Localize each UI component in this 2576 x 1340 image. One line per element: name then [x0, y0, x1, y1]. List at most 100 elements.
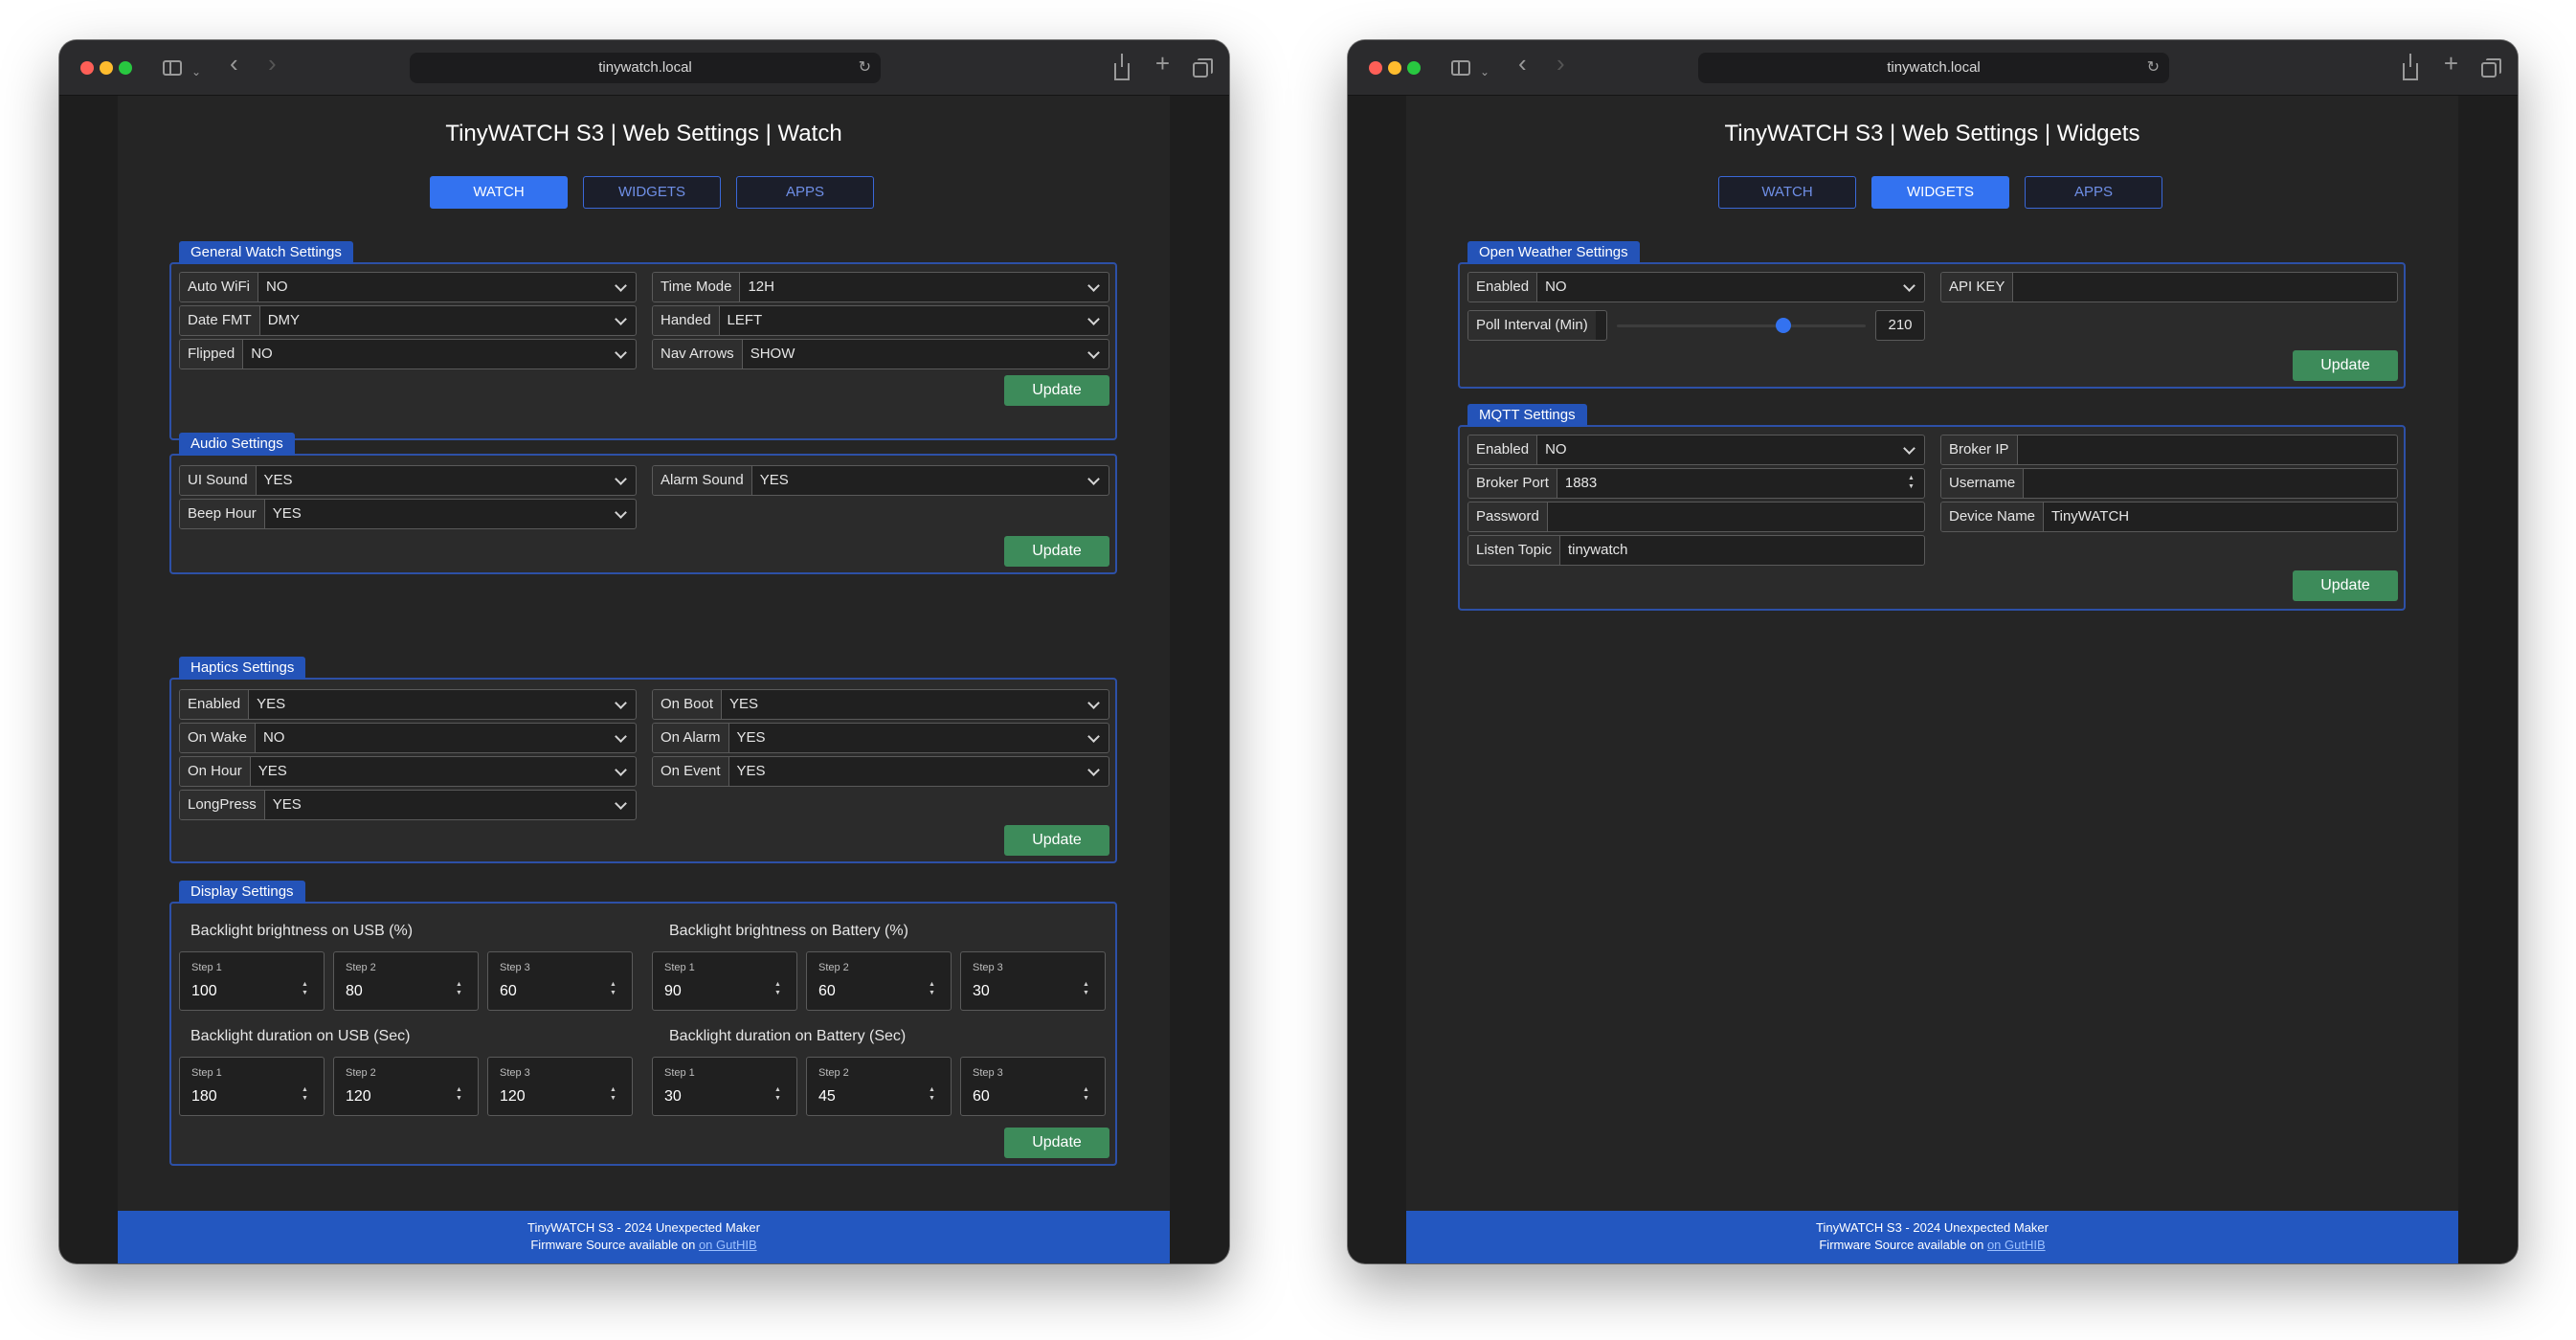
date-fmt-select[interactable]: Date FMT DMY — [179, 305, 637, 336]
address-bar[interactable]: tinywatch.local ↻ — [1698, 53, 2169, 83]
minimize-window-button[interactable] — [100, 61, 113, 75]
tab-watch[interactable]: WATCH — [1718, 176, 1856, 209]
time-mode-select[interactable]: Time Mode 12H — [652, 272, 1109, 302]
field-label: On Event — [653, 757, 729, 786]
plus-icon[interactable]: + — [2444, 51, 2458, 76]
update-button[interactable]: Update — [1004, 375, 1109, 406]
brightness-usb-step1[interactable]: Step 1 100 — [179, 951, 325, 1011]
stepper-icon[interactable] — [605, 975, 626, 1004]
tab-apps[interactable]: APPS — [2025, 176, 2162, 209]
stepper-icon[interactable] — [297, 1081, 318, 1109]
stepper-icon[interactable] — [1903, 469, 1924, 498]
beep-hour-select[interactable]: Beep Hour YES — [179, 499, 637, 529]
github-link[interactable]: on GutHIB — [699, 1238, 757, 1252]
listen-topic-input[interactable]: Listen Topic tinywatch — [1467, 535, 1925, 566]
stepper-icon[interactable] — [1078, 975, 1099, 1004]
field-label: Nav Arrows — [653, 340, 743, 368]
close-window-button[interactable] — [80, 61, 94, 75]
flipped-select[interactable]: Flipped NO — [179, 339, 637, 369]
password-input[interactable]: Password — [1467, 502, 1925, 532]
alarm-sound-select[interactable]: Alarm Sound YES — [652, 465, 1109, 496]
step-value: 120 — [346, 1088, 371, 1105]
chevron-right-icon[interactable]: › — [1557, 51, 1565, 76]
zoom-window-button[interactable] — [1407, 61, 1421, 75]
update-button[interactable]: Update — [1004, 825, 1109, 856]
stepper-icon[interactable] — [924, 975, 945, 1004]
share-icon[interactable] — [2403, 54, 2418, 80]
duration-battery-step3[interactable]: Step 3 60 — [960, 1057, 1106, 1116]
on-event-select[interactable]: On Event YES — [652, 756, 1109, 787]
nav-arrows-select[interactable]: Nav Arrows SHOW — [652, 339, 1109, 369]
brightness-usb-step3[interactable]: Step 3 60 — [487, 951, 633, 1011]
on-hour-select[interactable]: On Hour YES — [179, 756, 637, 787]
address-bar[interactable]: tinywatch.local ↻ — [410, 53, 881, 83]
tab-widgets[interactable]: WIDGETS — [583, 176, 721, 209]
share-icon[interactable] — [1114, 54, 1130, 80]
stepper-icon[interactable] — [770, 975, 791, 1004]
poll-interval-value: 210 — [1875, 310, 1925, 341]
mqtt-enabled-select[interactable]: Enabled NO — [1467, 435, 1925, 465]
sidebar-icon[interactable] — [163, 60, 182, 76]
minimize-window-button[interactable] — [1388, 61, 1401, 75]
on-alarm-select[interactable]: On Alarm YES — [652, 723, 1109, 753]
field-value: LEFT — [727, 312, 763, 328]
broker-ip-input[interactable]: Broker IP — [1940, 435, 2398, 465]
haptics-enabled-select[interactable]: Enabled YES — [179, 689, 637, 720]
broker-port-input[interactable]: Broker Port 1883 — [1467, 468, 1925, 499]
reload-icon[interactable]: ↻ — [2147, 53, 2160, 83]
duration-battery-step2[interactable]: Step 2 45 — [806, 1057, 952, 1116]
handed-select[interactable]: Handed LEFT — [652, 305, 1109, 336]
chevron-down-icon — [1084, 690, 1109, 719]
tab-widgets[interactable]: WIDGETS — [1871, 176, 2009, 209]
duration-usb-step3[interactable]: Step 3 120 — [487, 1057, 633, 1116]
sidebar-icon[interactable] — [1451, 60, 1470, 76]
duration-usb-step2[interactable]: Step 2 120 — [333, 1057, 479, 1116]
username-input[interactable]: Username — [1940, 468, 2398, 499]
slider-thumb[interactable] — [1776, 318, 1792, 333]
field-label: UI Sound — [180, 466, 257, 495]
poll-interval-slider[interactable] — [1607, 310, 1875, 341]
field-value: tinywatch — [1567, 542, 1628, 558]
weather-enabled-select[interactable]: Enabled NO — [1467, 272, 1925, 302]
brightness-battery-step3[interactable]: Step 3 30 — [960, 951, 1106, 1011]
chevron-right-icon[interactable]: › — [268, 51, 277, 76]
tabs-icon[interactable] — [1193, 58, 1213, 78]
ui-sound-select[interactable]: UI Sound YES — [179, 465, 637, 496]
on-wake-select[interactable]: On Wake NO — [179, 723, 637, 753]
chevron-down-icon[interactable]: ⌄ — [191, 62, 201, 81]
brightness-battery-step1[interactable]: Step 1 90 — [652, 951, 797, 1011]
duration-battery-step1[interactable]: Step 1 30 — [652, 1057, 797, 1116]
tab-watch[interactable]: WATCH — [430, 176, 568, 209]
longpress-select[interactable]: LongPress YES — [179, 790, 637, 820]
tab-apps[interactable]: APPS — [736, 176, 874, 209]
duration-usb-step1[interactable]: Step 1 180 — [179, 1057, 325, 1116]
update-button[interactable]: Update — [2293, 350, 2398, 381]
stepper-icon[interactable] — [1078, 1081, 1099, 1109]
chevron-down-icon — [1084, 724, 1109, 752]
update-button[interactable]: Update — [1004, 1128, 1109, 1158]
stepper-icon[interactable] — [451, 1081, 472, 1109]
api-key-input[interactable]: API KEY — [1940, 272, 2398, 302]
chevron-left-icon[interactable]: ‹ — [1518, 51, 1527, 76]
update-button[interactable]: Update — [1004, 536, 1109, 567]
close-window-button[interactable] — [1369, 61, 1382, 75]
update-button[interactable]: Update — [2293, 570, 2398, 601]
stepper-icon[interactable] — [770, 1081, 791, 1109]
plus-icon[interactable]: + — [1155, 51, 1170, 76]
zoom-window-button[interactable] — [119, 61, 132, 75]
device-name-input[interactable]: Device Name TinyWATCH — [1940, 502, 2398, 532]
stepper-icon[interactable] — [451, 975, 472, 1004]
stepper-icon[interactable] — [297, 975, 318, 1004]
github-link[interactable]: on GutHIB — [1987, 1238, 2046, 1252]
brightness-usb-step2[interactable]: Step 2 80 — [333, 951, 479, 1011]
stepper-icon[interactable] — [605, 1081, 626, 1109]
chevron-down-icon[interactable]: ⌄ — [1480, 62, 1490, 81]
auto-wifi-select[interactable]: Auto WiFi NO — [179, 272, 637, 302]
field-label: On Wake — [180, 724, 256, 752]
on-boot-select[interactable]: On Boot YES — [652, 689, 1109, 720]
brightness-battery-step2[interactable]: Step 2 60 — [806, 951, 952, 1011]
chevron-left-icon[interactable]: ‹ — [230, 51, 238, 76]
reload-icon[interactable]: ↻ — [859, 53, 871, 83]
tabs-icon[interactable] — [2481, 58, 2501, 78]
stepper-icon[interactable] — [924, 1081, 945, 1109]
